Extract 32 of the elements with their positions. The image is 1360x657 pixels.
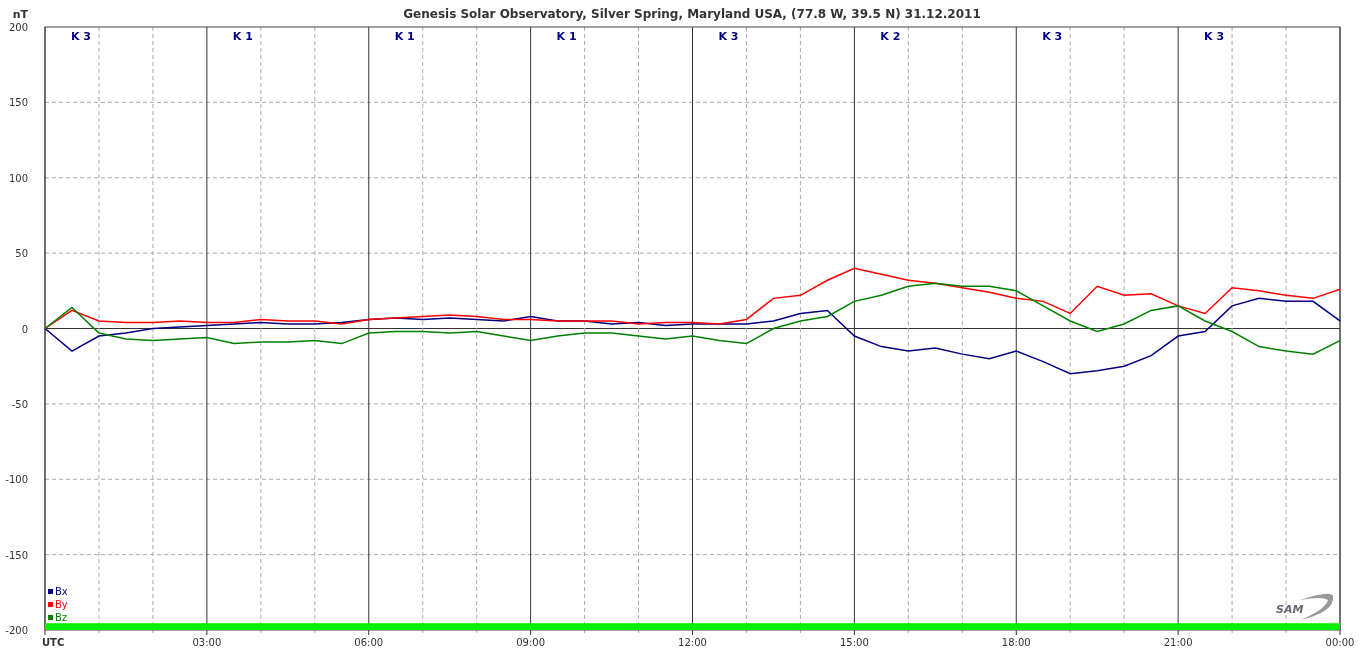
k-index-label: K 1 — [232, 30, 253, 43]
y-axis-unit: nT — [12, 8, 28, 21]
x-tick-label: 12:00 — [678, 637, 707, 648]
y-tick-label: 0 — [21, 323, 28, 335]
k-index-label: K 3 — [718, 30, 739, 43]
x-tick-label: UTC — [42, 637, 65, 648]
k-index-label: K 1 — [556, 30, 577, 43]
x-tick-label: 21:00 — [1163, 637, 1193, 648]
y-tick-label: -150 — [5, 549, 28, 561]
x-tick-label: 00:00 — [1325, 637, 1355, 648]
k-index-label: K 1 — [394, 30, 415, 43]
y-tick-label: 50 — [15, 248, 28, 260]
y-tick-label: 150 — [8, 97, 28, 109]
chart-title: Genesis Solar Observatory, Silver Spring, Maryland USA, (77.8 W, 39.5 N) 31.12.2011 — [403, 7, 981, 21]
k-index-label: K 3 — [1042, 30, 1063, 43]
logo-text: SAM — [1276, 603, 1304, 616]
legend-label: By — [55, 599, 68, 610]
y-tick-label: -200 — [5, 625, 28, 636]
x-tick-label: 15:00 — [839, 637, 869, 648]
x-tick-label: 09:00 — [516, 637, 546, 648]
legend-label: Bx — [55, 586, 68, 597]
k-index-label: K 2 — [880, 30, 901, 43]
k-index-label: K 3 — [1204, 30, 1225, 43]
k-index-label: K 3 — [70, 30, 91, 43]
legend-label: Bz — [55, 612, 68, 623]
y-tick-label: -50 — [11, 398, 28, 410]
y-tick-label: 200 — [8, 22, 28, 33]
y-tick-label: -100 — [5, 474, 28, 486]
x-tick-label: 18:00 — [1001, 637, 1031, 648]
x-tick-label: 03:00 — [192, 637, 222, 648]
x-tick-label: 06:00 — [354, 637, 384, 648]
y-tick-label: 100 — [8, 172, 28, 184]
